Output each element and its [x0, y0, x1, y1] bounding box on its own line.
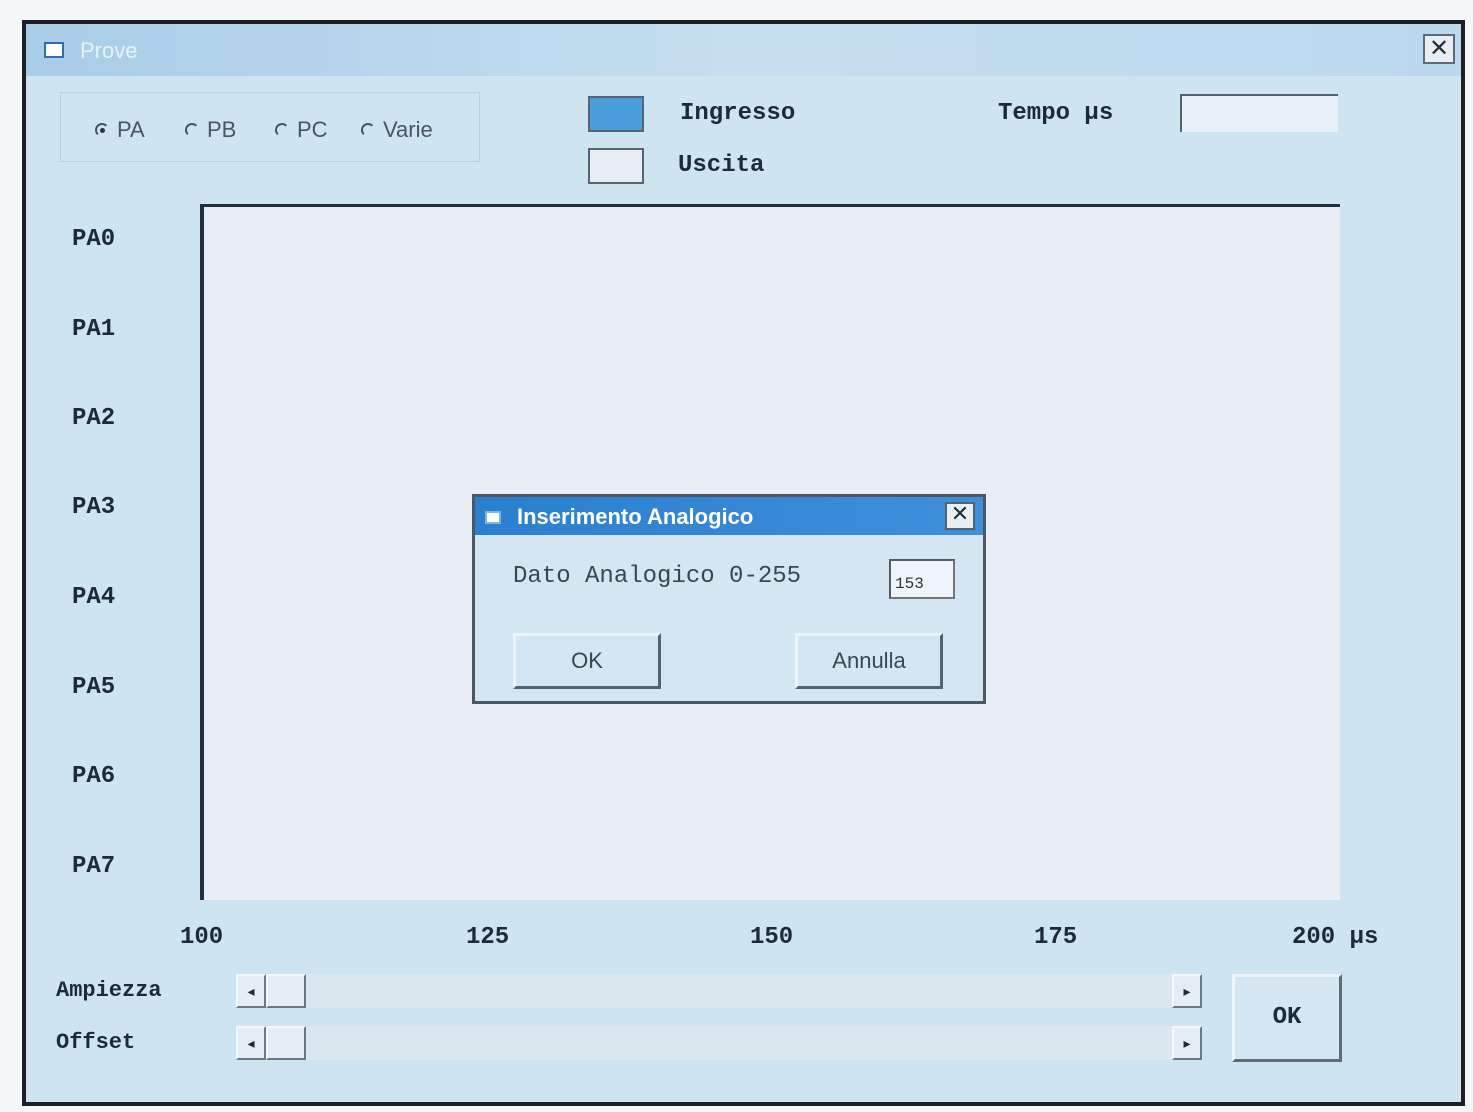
title-bar: Prove ✕ [26, 24, 1461, 76]
output-legend-label: Uscita [678, 152, 765, 179]
tempo-label: Tempo µs [998, 100, 1114, 127]
axis-tick-label: 200 µs [1292, 924, 1379, 951]
radio-label: Varie [383, 117, 433, 142]
port-label: PA7 [72, 853, 116, 880]
radio-label: PA [117, 117, 145, 142]
radio-pc[interactable]: PC [275, 117, 328, 143]
analog-input-dialog: Inserimento Analogico ✕ Dato Analogico 0… [472, 494, 986, 704]
radio-varie[interactable]: Varie [361, 117, 433, 143]
dialog-cancel-button[interactable]: Annulla [795, 633, 943, 689]
input-legend-label: Ingresso [680, 100, 796, 127]
radio-dot-icon [275, 123, 289, 137]
scroll-left-icon[interactable]: ◂ [236, 974, 266, 1008]
axis-tick-label: 175 [1034, 924, 1078, 951]
scroll-left-icon[interactable]: ◂ [236, 1026, 266, 1060]
dialog-ok-button[interactable]: OK [513, 633, 661, 689]
port-label: PA5 [72, 674, 116, 701]
axis-tick-label: 125 [466, 924, 510, 951]
scroll-thumb[interactable] [266, 974, 306, 1008]
axis-tick-label: 150 [750, 924, 794, 951]
port-label: PA4 [72, 584, 116, 611]
dialog-app-icon [485, 511, 501, 524]
window-title: Prove [80, 38, 138, 63]
radio-pa[interactable]: PA [95, 117, 145, 143]
input-color-swatch [588, 96, 644, 132]
scroll-right-icon[interactable]: ▸ [1172, 1026, 1202, 1060]
tempo-field[interactable] [1180, 94, 1338, 132]
port-label: PA1 [72, 316, 116, 343]
radio-label: PC [297, 117, 328, 142]
analog-value-input[interactable] [889, 559, 955, 599]
amplitude-label: Ampiezza [56, 978, 162, 1003]
dialog-title: Inserimento Analogico [517, 504, 754, 529]
close-button[interactable]: ✕ [1423, 34, 1455, 64]
radio-dot-icon [95, 123, 109, 137]
ok-button[interactable]: OK [1232, 974, 1342, 1062]
dialog-prompt: Dato Analogico 0-255 [513, 563, 802, 590]
amplitude-scrollbar[interactable]: ◂ ▸ [236, 974, 1202, 1008]
port-radio-group: PA PB PC Varie [60, 92, 480, 162]
port-label: PA3 [72, 494, 116, 521]
radio-pb[interactable]: PB [185, 117, 236, 143]
scroll-thumb[interactable] [266, 1026, 306, 1060]
port-label: PA2 [72, 405, 116, 432]
app-icon [44, 42, 64, 58]
port-label: PA0 [72, 226, 116, 253]
dialog-title-bar: Inserimento Analogico ✕ [475, 497, 983, 535]
offset-scrollbar[interactable]: ◂ ▸ [236, 1026, 1202, 1060]
radio-label: PB [207, 117, 237, 142]
scroll-right-icon[interactable]: ▸ [1172, 974, 1202, 1008]
offset-label: Offset [56, 1030, 136, 1055]
dialog-close-button[interactable]: ✕ [945, 502, 975, 530]
output-color-swatch [588, 148, 644, 184]
axis-tick-label: 100 [180, 924, 224, 951]
radio-dot-icon [185, 123, 199, 137]
radio-dot-icon [361, 123, 375, 137]
port-label: PA6 [72, 763, 116, 790]
main-window: Prove ✕ PA PB PC Varie Ingresso Uscita T… [22, 20, 1465, 1106]
